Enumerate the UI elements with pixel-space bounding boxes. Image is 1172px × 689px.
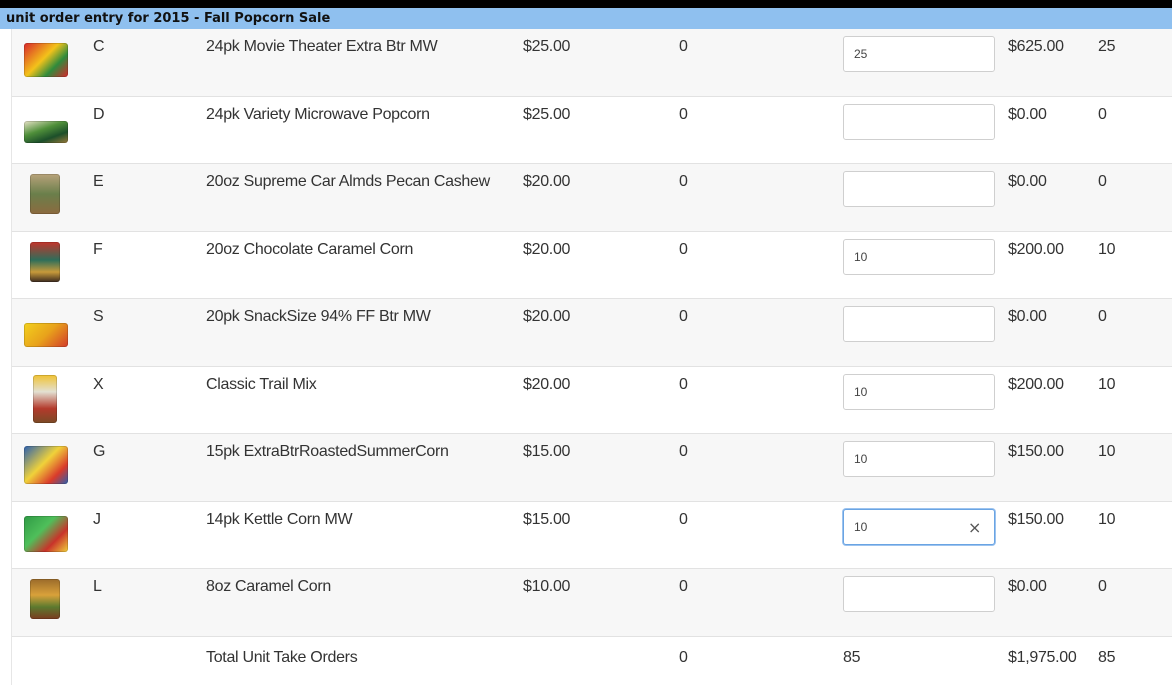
line-quantity: 10 bbox=[1098, 240, 1116, 258]
table-row: C 24pk Movie Theater Extra Btr MW $25.00… bbox=[12, 29, 1172, 97]
product-name: 20oz Supreme Car Almds Pecan Cashew bbox=[206, 173, 490, 190]
quantity-input[interactable] bbox=[843, 306, 995, 342]
unit-price: $10.00 bbox=[523, 578, 571, 595]
total-units: 85 bbox=[843, 648, 861, 666]
unit-price: $20.00 bbox=[523, 375, 571, 393]
line-quantity: 10 bbox=[1098, 443, 1116, 460]
quantity-input[interactable] bbox=[843, 171, 995, 207]
line-quantity: 0 bbox=[1098, 578, 1107, 595]
quantity-input[interactable] bbox=[843, 441, 995, 477]
supreme-tin-image bbox=[30, 174, 60, 214]
product-code: C bbox=[93, 38, 105, 55]
line-subtotal: $0.00 bbox=[1008, 578, 1047, 595]
quantity-input[interactable] bbox=[843, 373, 995, 410]
unit-price: $15.00 bbox=[523, 510, 571, 528]
trail-mix-bag-image bbox=[33, 374, 57, 423]
product-name: Classic Trail Mix bbox=[206, 375, 317, 393]
line-quantity: 0 bbox=[1098, 308, 1107, 325]
line-quantity: 0 bbox=[1098, 173, 1107, 190]
unit-price: $20.00 bbox=[523, 173, 571, 190]
snacksize-box-image bbox=[24, 323, 68, 347]
table-row: L 8oz Caramel Corn $10.00 0 $0.00 0 bbox=[12, 569, 1172, 637]
line-subtotal: $200.00 bbox=[1008, 240, 1064, 258]
online-qty: 0 bbox=[679, 510, 688, 528]
quantity-input[interactable] bbox=[843, 36, 995, 72]
variety-box-image bbox=[24, 120, 68, 143]
line-subtotal: $200.00 bbox=[1008, 375, 1064, 393]
product-code: J bbox=[93, 510, 101, 528]
movie-theater-box-image bbox=[24, 43, 68, 77]
online-qty: 0 bbox=[679, 105, 688, 123]
online-qty: 0 bbox=[679, 173, 688, 190]
quantity-input[interactable] bbox=[843, 103, 995, 140]
product-name: 8oz Caramel Corn bbox=[206, 578, 332, 595]
product-code: S bbox=[93, 308, 104, 325]
online-qty: 0 bbox=[679, 308, 688, 325]
quantity-input[interactable] bbox=[843, 576, 995, 612]
line-subtotal: $150.00 bbox=[1008, 510, 1064, 528]
left-gutter bbox=[0, 29, 12, 685]
line-quantity: 25 bbox=[1098, 38, 1116, 55]
unit-price: $25.00 bbox=[523, 105, 571, 123]
table-row: F 20oz Chocolate Caramel Corn $20.00 0 $… bbox=[12, 231, 1172, 299]
online-qty: 0 bbox=[679, 443, 688, 460]
online-qty: 0 bbox=[679, 375, 688, 393]
line-subtotal: $150.00 bbox=[1008, 443, 1064, 460]
order-table: C 24pk Movie Theater Extra Btr MW $25.00… bbox=[12, 29, 1172, 689]
line-subtotal: $0.00 bbox=[1008, 173, 1047, 190]
clear-input-icon[interactable]: × bbox=[968, 518, 981, 537]
product-code: L bbox=[93, 578, 102, 595]
total-label: Total Unit Take Orders bbox=[206, 648, 358, 666]
total-row: Total Unit Take Orders 0 85 $1,975.00 85 bbox=[12, 636, 1172, 689]
product-code: E bbox=[93, 173, 104, 190]
total-online-qty: 0 bbox=[679, 648, 688, 666]
table-row: G 15pk ExtraBtrRoastedSummerCorn $15.00 … bbox=[12, 434, 1172, 502]
top-black-bar bbox=[0, 0, 1172, 8]
product-name: 14pk Kettle Corn MW bbox=[206, 510, 353, 528]
product-code: X bbox=[93, 375, 104, 393]
total-amount: $1,975.00 bbox=[1008, 648, 1077, 666]
product-code: G bbox=[93, 443, 106, 460]
product-name: 24pk Movie Theater Extra Btr MW bbox=[206, 38, 438, 55]
unit-price: $15.00 bbox=[523, 443, 571, 460]
product-name: 24pk Variety Microwave Popcorn bbox=[206, 105, 430, 123]
unit-price: $20.00 bbox=[523, 308, 571, 325]
product-name: 15pk ExtraBtrRoastedSummerCorn bbox=[206, 443, 449, 460]
line-quantity: 10 bbox=[1098, 510, 1116, 528]
table-row: D 24pk Variety Microwave Popcorn $25.00 … bbox=[12, 96, 1172, 164]
product-name: 20pk SnackSize 94% FF Btr MW bbox=[206, 308, 431, 325]
table-row: X Classic Trail Mix $20.00 0 $200.00 10 bbox=[12, 366, 1172, 434]
unit-price: $20.00 bbox=[523, 240, 571, 258]
summer-corn-box-image bbox=[24, 446, 68, 484]
quantity-input[interactable] bbox=[843, 238, 995, 275]
product-code: D bbox=[93, 105, 105, 123]
line-subtotal: $0.00 bbox=[1008, 105, 1047, 123]
line-quantity: 0 bbox=[1098, 105, 1107, 123]
chocolate-caramel-tin-image bbox=[30, 241, 60, 282]
kettle-corn-box-image bbox=[24, 515, 68, 552]
table-row: J 14pk Kettle Corn MW $15.00 0 × $150.00… bbox=[12, 501, 1172, 569]
product-name: 20oz Chocolate Caramel Corn bbox=[206, 240, 414, 258]
unit-price: $25.00 bbox=[523, 38, 571, 55]
page-title: unit order entry for 2015 - Fall Popcorn… bbox=[0, 8, 1172, 29]
line-subtotal: $625.00 bbox=[1008, 38, 1064, 55]
online-qty: 0 bbox=[679, 240, 688, 258]
line-subtotal: $0.00 bbox=[1008, 308, 1047, 325]
line-quantity: 10 bbox=[1098, 375, 1116, 393]
total-quantity: 85 bbox=[1098, 648, 1116, 666]
table-row: E 20oz Supreme Car Almds Pecan Cashew $2… bbox=[12, 164, 1172, 232]
online-qty: 0 bbox=[679, 578, 688, 595]
caramel-corn-tin-image bbox=[30, 579, 60, 619]
product-code: F bbox=[93, 240, 103, 258]
online-qty: 0 bbox=[679, 38, 688, 55]
table-row: S 20pk SnackSize 94% FF Btr MW $20.00 0 … bbox=[12, 299, 1172, 367]
